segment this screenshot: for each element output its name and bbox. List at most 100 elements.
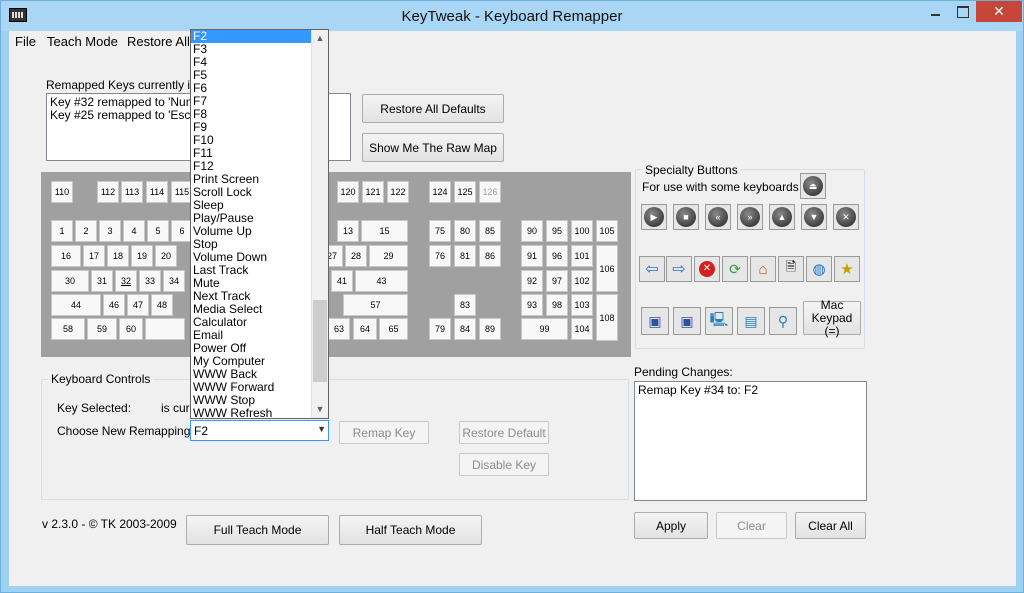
- key-90[interactable]: 90: [521, 220, 543, 242]
- back-arrow-icon[interactable]: ⇦: [639, 256, 665, 282]
- stop-icon[interactable]: ■: [673, 204, 699, 230]
- calculator-icon[interactable]: ▤: [737, 307, 765, 335]
- dropdown-option[interactable]: F2: [191, 30, 328, 43]
- magnifier-icon[interactable]: ⚲: [769, 307, 797, 335]
- key-63[interactable]: 63: [328, 318, 350, 340]
- key-91[interactable]: 91: [521, 245, 543, 267]
- favorites-icon[interactable]: ★: [834, 256, 860, 282]
- dropdown-option[interactable]: WWW Refresh: [191, 407, 328, 419]
- key-124[interactable]: 124: [429, 181, 451, 203]
- key-4[interactable]: 4: [123, 220, 145, 242]
- key-60[interactable]: 60: [119, 318, 143, 340]
- maximize-button[interactable]: [949, 1, 975, 22]
- dropdown-option[interactable]: F4: [191, 56, 328, 69]
- disable-key-button[interactable]: Disable Key: [459, 453, 549, 476]
- restore-default-button[interactable]: Restore Default: [459, 421, 549, 444]
- key-121[interactable]: 120: [337, 181, 359, 203]
- forward-arrow-icon[interactable]: ⇨: [666, 256, 692, 282]
- key-20[interactable]: 20: [155, 245, 177, 267]
- key-100[interactable]: 100: [571, 220, 593, 242]
- my-computer-icon[interactable]: ▣: [641, 307, 669, 335]
- key-83[interactable]: 83: [454, 294, 476, 316]
- key-13[interactable]: 13: [337, 220, 359, 242]
- apply-button[interactable]: Apply: [634, 512, 708, 539]
- minimize-button[interactable]: [922, 1, 949, 22]
- key-47[interactable]: 47: [127, 294, 149, 316]
- key-29[interactable]: 29: [369, 245, 408, 267]
- key-99[interactable]: 99: [521, 318, 568, 340]
- key-31[interactable]: 31: [91, 270, 113, 292]
- pending-changes-list[interactable]: Remap Key #34 to: F2: [634, 381, 867, 501]
- key-125[interactable]: 125: [454, 181, 476, 203]
- dropdown-option[interactable]: F6: [191, 82, 328, 95]
- mac-keypad-button[interactable]: Mac Keypad (=): [803, 298, 861, 337]
- play-icon[interactable]: ▶: [641, 204, 667, 230]
- remap-key-button[interactable]: Remap Key: [339, 421, 429, 444]
- key-92[interactable]: 92: [521, 270, 543, 292]
- key-32[interactable]: 32: [115, 270, 137, 292]
- key-110[interactable]: 110: [51, 181, 73, 203]
- mute-icon[interactable]: ✕: [833, 204, 859, 230]
- key-93[interactable]: 93: [521, 294, 543, 316]
- scroll-down-icon[interactable]: ▼: [312, 401, 328, 418]
- key-95[interactable]: 95: [546, 220, 568, 242]
- key-112[interactable]: 112: [97, 181, 119, 203]
- key-101[interactable]: 101: [571, 245, 593, 267]
- key-3[interactable]: 3: [99, 220, 121, 242]
- key-85[interactable]: 85: [479, 220, 501, 242]
- key-80[interactable]: 80: [454, 220, 476, 242]
- key-44[interactable]: 44: [51, 294, 101, 316]
- key-2[interactable]: 2: [75, 220, 97, 242]
- dropdown-option[interactable]: F5: [191, 69, 328, 82]
- dropdown-option[interactable]: F3: [191, 43, 328, 56]
- key-122[interactable]: 121: [362, 181, 384, 203]
- half-teach-mode-button[interactable]: Half Teach Mode: [339, 515, 482, 545]
- volume-down-icon[interactable]: ▼: [801, 204, 827, 230]
- key-48[interactable]: 48: [151, 294, 173, 316]
- clear-all-button[interactable]: Clear All: [795, 512, 866, 539]
- next-track-icon[interactable]: »: [737, 204, 763, 230]
- key-75[interactable]: 75: [429, 220, 451, 242]
- key-123[interactable]: 122: [387, 181, 409, 203]
- key-84[interactable]: 84: [454, 318, 476, 340]
- key-126[interactable]: 126: [479, 181, 501, 203]
- full-teach-mode-button[interactable]: Full Teach Mode: [186, 515, 329, 545]
- search-doc-icon[interactable]: 🗎: [778, 256, 804, 282]
- key-34[interactable]: 34: [163, 270, 185, 292]
- computer-icon[interactable]: ▣: [673, 307, 701, 335]
- remapping-dropdown-list[interactable]: F2 F3 F4 F5 F6 F7 F8 F9 F10 F11 F12 Print Screen Scr…: [190, 29, 329, 419]
- key-76[interactable]: 76: [429, 245, 451, 267]
- key-19[interactable]: 19: [131, 245, 153, 267]
- key-5[interactable]: 5: [147, 220, 169, 242]
- key-96[interactable]: 96: [546, 245, 568, 267]
- key-113[interactable]: 113: [121, 181, 143, 203]
- monitor-icon[interactable]: 🖳: [705, 307, 733, 335]
- key-98[interactable]: 98: [546, 294, 568, 316]
- key-106[interactable]: 106: [596, 245, 618, 292]
- key-33[interactable]: 33: [139, 270, 161, 292]
- key-28[interactable]: 28: [345, 245, 367, 267]
- key-108[interactable]: 108: [596, 294, 618, 341]
- stop-web-icon[interactable]: ✕: [694, 256, 720, 282]
- clear-button[interactable]: Clear: [716, 512, 787, 539]
- home-icon[interactable]: ⌂: [750, 256, 776, 282]
- remapping-combobox[interactable]: F2 ▼: [190, 420, 329, 441]
- key-15[interactable]: 15: [361, 220, 408, 242]
- key-79[interactable]: 79: [429, 318, 451, 340]
- key-58[interactable]: 58: [51, 318, 85, 340]
- dropdown-option[interactable]: F7: [191, 95, 328, 108]
- key-97[interactable]: 97: [546, 270, 568, 292]
- chevron-down-icon[interactable]: ▼: [317, 424, 326, 434]
- key-59[interactable]: 59: [87, 318, 117, 340]
- list-item[interactable]: Remap Key #34 to: F2: [638, 384, 863, 397]
- menu-teach-mode[interactable]: Teach Mode: [47, 34, 118, 49]
- key-86[interactable]: 86: [479, 245, 501, 267]
- key-65[interactable]: 65: [379, 318, 408, 340]
- previous-track-icon[interactable]: «: [705, 204, 731, 230]
- scrollbar-thumb[interactable]: [313, 300, 327, 382]
- menu-file[interactable]: File: [15, 34, 36, 49]
- eject-icon[interactable]: ⏏: [800, 173, 826, 199]
- key-81[interactable]: 81: [454, 245, 476, 267]
- key-16[interactable]: 16: [51, 245, 81, 267]
- key-64[interactable]: 64: [353, 318, 377, 340]
